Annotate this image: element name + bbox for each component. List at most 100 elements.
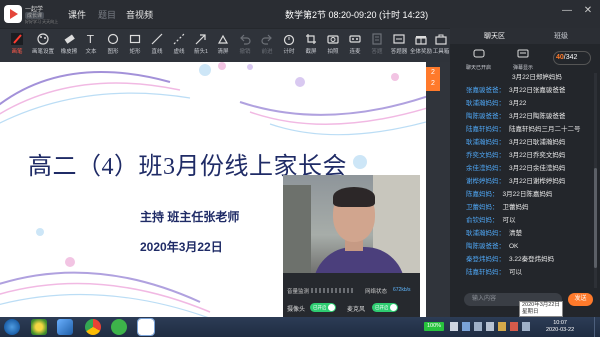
chat-message: 耿浦瀚妈妈： 3月22 [466,97,526,107]
tooltip-day: 星期日 [522,309,539,315]
tool-label: 弹幕显示 [513,65,534,71]
volume-icon[interactable] [486,322,494,331]
tray-icon-1[interactable] [450,322,458,331]
taskbar-clock[interactable]: 10:07 2020-03-22 [546,320,574,334]
chat-message: 耿浦瀚妈妈： 清楚 [466,227,522,237]
chat-text: 3月22日乔奕文妈妈 [509,152,566,159]
chat-message: 陶陈骏爸爸： OK [466,240,518,250]
teacher-video[interactable]: 音量监测 网络状态 672kb/s 摄像头 已开启 麦克风 已开启 [283,175,420,317]
app-icon-1[interactable] [31,319,47,335]
chat-sender: 陈嘉妈妈： [466,191,499,198]
chat-text: 3月22日陶陈骏爸爸 [509,113,566,120]
play-logo-icon [4,5,22,23]
text-icon: T [86,33,94,45]
tray-icon-2[interactable] [462,322,470,331]
nav-questions[interactable]: 题目 [98,8,116,21]
chat-text: 3月22日谢桦婷妈妈 [509,178,566,185]
top-bar: 一起学 成长课 好好学习 天天向上 课件 题目 音视频 数学第2节 08:20-… [0,0,600,28]
tool-pen[interactable]: 画笔 [4,31,30,61]
rectangle-icon [129,34,141,44]
chat-text: 清楚 [509,230,522,237]
page-total: 2 [431,80,435,87]
close-icon[interactable]: ✕ [581,5,595,16]
chat-message: 3月22日郑婷妈妈 [466,73,562,81]
chat-sender: 耿浦瀚妈妈： [466,230,505,237]
chat-sender: 秦登炜妈妈： [466,256,505,263]
chat-sender: 张嘉骏爸爸： [466,87,505,94]
slide-date: 2020年3月22日 [140,240,223,254]
start-button[interactable] [4,319,20,335]
tooltip-date: 2020年3月22日 [522,302,560,308]
chat-text: 可以 [502,217,516,224]
mic-link-icon [349,35,361,43]
chat-text: 3月22日耿浦瀚妈妈 [509,139,566,146]
network-label: 网络状态 [365,289,388,295]
clock-time: 10:07 [553,320,567,326]
answer-device-icon [393,34,405,44]
online-total: /342 [563,54,578,61]
page-indicator[interactable]: 2 2 [426,67,440,91]
tool-label: 聊天已开启 [466,65,492,71]
logo-tagline: 好好学习 天天向上 [25,19,59,24]
video-door [283,185,311,275]
chat-message: 俞钦妈妈： 可以 [466,214,516,224]
logo-badge: 成长课 [25,12,45,19]
wechat-icon[interactable] [111,319,127,335]
scrollbar-thumb[interactable] [594,168,597,268]
chat-message: 陆嘉轩妈妈： 可以 [466,266,522,276]
chat-text: 可以 [509,269,522,276]
online-count: 40/342 [556,54,577,61]
chat-sender: 耿浦瀚妈妈： [466,100,505,107]
chrome-icon[interactable] [85,319,101,335]
page-current: 2 [431,69,435,76]
session-title: 数学第2节 08:20-09:20 (计时 14:23) [285,10,429,20]
chat-message: 陆嘉轩妈妈： 陆嘉轩妈妈三月二十二号 [466,123,581,133]
tab-chat[interactable]: 聊天区 [484,31,505,41]
send-button[interactable]: 发送 [568,293,593,306]
line-icon [151,33,163,45]
volume-label: 音量监测 [287,289,310,295]
classroom-app-icon[interactable] [137,318,155,336]
chat-text: 3月22日余佳滢妈妈 [509,165,566,172]
app-icon-2[interactable] [57,319,73,335]
chat-message: 余佳滢妈妈： 3月22日余佳滢妈妈 [466,162,565,172]
danmaku-toggle[interactable]: 弹幕显示 [513,46,533,71]
show-desktop-button[interactable] [594,317,600,337]
video-person-hair [333,187,375,207]
tab-class[interactable]: 班级 [554,31,568,41]
mic-toggle[interactable]: 已开启 [372,303,398,312]
chat-text: 3月22日陈嘉妈妈 [502,191,553,198]
drawing-toolbar: 画笔 画笔设置 橡皮擦 T 文本 图形 矩形 直线 虚线 箭头1 清屏 撤销 前… [0,28,450,62]
nav-courseware[interactable]: 课件 [68,8,86,21]
clear-screen-icon [217,34,229,44]
chat-enabled-toggle[interactable]: 聊天已开启 [466,46,491,71]
tray-icon-5[interactable] [522,322,530,331]
minimize-icon[interactable]: — [560,5,574,16]
tray-icon-4[interactable] [510,322,518,331]
chat-scrollbar[interactable] [594,73,597,288]
eraser-icon [64,34,75,44]
chat-message: 张嘉骏爸爸： 3月22日张嘉骏爸爸 [466,84,565,94]
tray-icon-3[interactable] [498,322,506,331]
chat-message: 陶陈骏爸爸： 3月22日陶陈骏爸爸 [466,110,565,120]
chat-message: 谢桦婷妈妈： 3月22日谢桦婷妈妈 [466,175,565,185]
shape-icon [107,33,119,45]
camera-toggle[interactable]: 已开启 [310,303,336,312]
network-speed: 672kb/s [393,287,411,293]
chat-text: 3.22秦登炜妈妈 [509,256,555,263]
network-icon[interactable] [474,322,482,331]
tool-pen-settings[interactable]: 画笔设置 [30,31,56,61]
chat-sender: 陆嘉轩妈妈： [466,126,505,133]
online-current: 40 [556,54,564,61]
chat-sender: 乔奕文妈妈： [466,152,505,159]
right-panel: 聊天区 班级 聊天已开启 弹幕显示 40/342 3月22日郑婷妈妈 张嘉骏爸爸… [450,28,600,317]
mic-label: 麦克风 [347,307,366,313]
tool-label: 画笔 [11,49,23,55]
toolbox-icon [435,34,447,45]
nav-audio-video[interactable]: 音视频 [126,8,153,21]
slide-host: 主持 班主任张老师 [140,210,240,224]
chat-list[interactable]: 3月22日郑婷妈妈 张嘉骏爸爸： 3月22日张嘉骏爸爸 耿浦瀚妈妈： 3月22 陶陈… [450,73,590,288]
classroom-app: 一起学 成长课 好好学习 天天向上 课件 题目 音视频 数学第2节 08:20-… [0,0,600,317]
battery-indicator[interactable]: 100% [424,322,444,331]
chat-text: 3月22 [509,100,527,107]
